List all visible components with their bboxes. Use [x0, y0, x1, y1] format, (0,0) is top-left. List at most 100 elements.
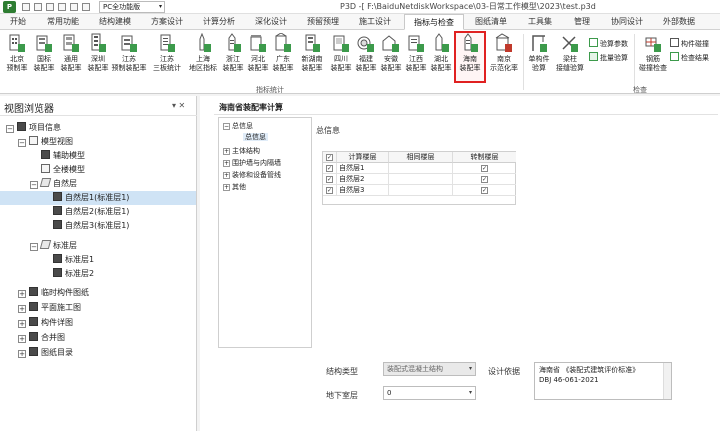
collapse-icon[interactable]: − — [18, 139, 26, 147]
category-main-structure[interactable]: + 主体结构 — [223, 146, 260, 157]
tree-item-natural-floor-2[interactable]: 自然层2(标准层1) — [53, 205, 129, 219]
row-checkbox[interactable]: ✓ — [326, 176, 333, 183]
collapse-icon[interactable]: − — [223, 123, 230, 130]
category-general-info[interactable]: − 总信息 — [223, 121, 253, 132]
table-cell[interactable] — [389, 185, 453, 196]
collapse-icon[interactable]: − — [6, 125, 14, 133]
new-hunan-assembly-rate-button[interactable]: 新湖南 装配率 — [296, 32, 328, 82]
print-icon[interactable] — [82, 3, 90, 11]
tab-collab-design[interactable]: 协同设计 — [604, 14, 650, 30]
tree-item-member-details[interactable]: + 构件详图 — [18, 316, 73, 330]
transfer-floor-cell[interactable]: ✓ — [453, 174, 516, 185]
category-envelope-partition[interactable]: + 围护墙与内隔墙 — [223, 158, 281, 169]
hubei-assembly-rate-button[interactable]: 湖北 装配率 — [428, 32, 454, 82]
tree-item-full-model[interactable]: 全楼模型 — [41, 163, 85, 177]
tree-item-standard-floors[interactable]: − 标准层 — [30, 239, 77, 253]
tab-common[interactable]: 常用功能 — [40, 14, 86, 30]
transfer-floor-checkbox[interactable]: ✓ — [481, 176, 488, 183]
tab-structure-modeling[interactable]: 结构建模 — [92, 14, 138, 30]
single-member-check-button[interactable]: 单构件 验算 — [526, 32, 552, 82]
rebar-collision-check-button[interactable]: 钢筋 碰撞检查 — [638, 32, 668, 82]
beijing-prefab-rate-button[interactable]: 北京 预制率 — [4, 32, 30, 82]
tab-toolset[interactable]: 工具集 — [520, 14, 560, 30]
tree-item-natural-floors[interactable]: − 自然层 — [30, 177, 77, 191]
select-all-checkbox[interactable]: ✓ — [326, 154, 333, 161]
anhui-assembly-rate-button[interactable]: 安徽 装配率 — [378, 32, 404, 82]
category-other[interactable]: + 其他 — [223, 182, 246, 193]
new-file-icon[interactable] — [22, 3, 30, 11]
basement-floors-select[interactable]: 0 ▾ — [383, 386, 476, 400]
transfer-floor-cell[interactable]: ✓ — [453, 185, 516, 196]
tab-detailed-design[interactable]: 深化设计 — [248, 14, 294, 30]
transfer-floor-checkbox[interactable]: ✓ — [481, 187, 488, 194]
tree-item-temp-member-drawings[interactable]: + 临时构件图纸 — [18, 286, 89, 300]
table-header-select[interactable]: ✓ — [323, 152, 337, 163]
hainan-assembly-rate-button[interactable]: 海南 装配率 — [454, 31, 486, 83]
row-select[interactable]: ✓ — [323, 163, 337, 174]
expand-icon[interactable]: + — [18, 290, 26, 298]
tab-construction-design[interactable]: 施工设计 — [352, 14, 398, 30]
tab-reserved-embedded[interactable]: 预留预埋 — [300, 14, 346, 30]
beam-column-joint-check-button[interactable]: 梁柱 接缝验算 — [554, 32, 586, 82]
tab-drawing-list[interactable]: 图纸清单 — [468, 14, 514, 30]
tree-item-model-view[interactable]: − 模型视图 — [18, 135, 73, 149]
member-collision-button[interactable]: 构件碰撞 — [670, 38, 709, 50]
tab-external-data[interactable]: 外部数据 — [656, 14, 702, 30]
expand-icon[interactable]: + — [223, 184, 230, 191]
tab-indicators-check[interactable]: 指标与检查 — [404, 14, 464, 30]
guangdong-assembly-rate-button[interactable]: 广东 装配率 — [270, 32, 296, 82]
shanghai-region-indicator-button[interactable]: 上海 地区指标 — [186, 32, 220, 82]
transfer-floor-cell[interactable]: ✓ — [453, 163, 516, 174]
zhejiang-assembly-rate-button[interactable]: 浙江 装配率 — [220, 32, 246, 82]
tree-item-merged-drawings[interactable]: + 合并图 — [18, 331, 65, 345]
tree-item-aux-model[interactable]: 辅助模型 — [41, 149, 85, 163]
profile-select[interactable]: PC全功能版 ▾ — [99, 1, 165, 13]
collapse-icon[interactable]: − — [30, 243, 38, 251]
tree-item-natural-floor-1[interactable]: 自然层1(标准层1) — [0, 191, 196, 205]
collapse-icon[interactable]: − — [30, 181, 38, 189]
panel-controls[interactable]: ▾ ✕ — [172, 101, 185, 110]
general-assembly-rate-button[interactable]: 通用 装配率 — [58, 32, 84, 82]
open-file-icon[interactable] — [34, 3, 42, 11]
row-select[interactable]: ✓ — [323, 174, 337, 185]
tab-manage[interactable]: 管理 — [566, 14, 598, 30]
national-assembly-rate-button[interactable]: 国标 装配率 — [31, 32, 57, 82]
tab-scheme-design[interactable]: 方案设计 — [144, 14, 190, 30]
batch-check-button[interactable]: 批量验算 — [589, 52, 628, 64]
transfer-floor-checkbox[interactable]: ✓ — [481, 165, 488, 172]
expand-icon[interactable]: + — [223, 160, 230, 167]
hebei-assembly-rate-button[interactable]: 河北 装配率 — [245, 32, 271, 82]
tree-item-natural-floor-3[interactable]: 自然层3(标准层1) — [53, 219, 129, 233]
row-checkbox[interactable]: ✓ — [326, 165, 333, 172]
fujian-assembly-rate-button[interactable]: 福建 装配率 — [353, 32, 379, 82]
check-params-button[interactable]: 验算参数 — [589, 38, 628, 50]
structure-type-select[interactable]: 装配式混凝土结构 ▾ — [383, 362, 476, 376]
expand-icon[interactable]: + — [223, 172, 230, 179]
row-select[interactable]: ✓ — [323, 185, 337, 196]
category-decoration-pipelines[interactable]: + 装修和设备管线 — [223, 170, 281, 181]
table-cell[interactable] — [389, 174, 453, 185]
jiangsu-prefab-assembly-rate-button[interactable]: 江苏 预制装配率 — [110, 32, 148, 82]
expand-icon[interactable]: + — [223, 148, 230, 155]
tree-item-plan-construction-drawings[interactable]: + 平面施工图 — [18, 301, 81, 315]
expand-icon[interactable]: + — [18, 305, 26, 313]
row-checkbox[interactable]: ✓ — [326, 187, 333, 194]
tab-start[interactable]: 开始 — [2, 14, 34, 30]
nanjing-demo-rate-button[interactable]: 南京 示范化率 — [488, 32, 520, 82]
sichuan-assembly-rate-button[interactable]: 四川 装配率 — [328, 32, 354, 82]
expand-icon[interactable]: + — [18, 320, 26, 328]
undo-icon[interactable] — [58, 3, 66, 11]
design-basis-box[interactable]: 海南省 《装配式建筑评价标准》 DBJ 46-061-2021 — [534, 362, 672, 400]
category-general-info-child[interactable]: 总信息 — [243, 132, 268, 143]
check-results-button[interactable]: 检查结果 — [670, 52, 709, 64]
expand-icon[interactable]: + — [18, 335, 26, 343]
table-cell[interactable] — [389, 163, 453, 174]
tree-item-drawing-index[interactable]: + 图纸目录 — [18, 346, 73, 360]
tree-item-project-info[interactable]: − 项目信息 — [6, 121, 61, 135]
expand-icon[interactable]: + — [18, 350, 26, 358]
shenzhen-assembly-rate-button[interactable]: 深圳 装配率 — [85, 32, 111, 82]
tree-item-standard-floor-2[interactable]: 标准层2 — [53, 267, 94, 281]
scrollbar[interactable] — [663, 363, 671, 399]
tab-analysis[interactable]: 计算分析 — [196, 14, 242, 30]
jiangxi-assembly-rate-button[interactable]: 江西 装配率 — [403, 32, 429, 82]
